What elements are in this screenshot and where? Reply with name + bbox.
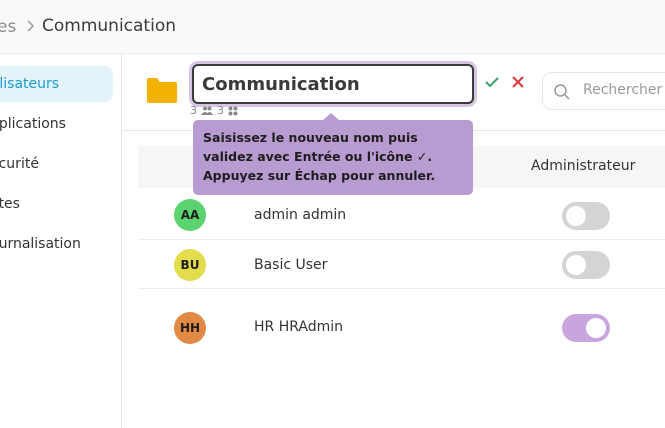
sidebar-item-notes[interactable]: otes: [0, 186, 113, 222]
toggle-knob: [586, 318, 606, 338]
sidebar-item-users[interactable]: tilisateurs: [0, 66, 113, 102]
group-name-input[interactable]: [192, 64, 474, 104]
main-content: 3 3 Administrateur AA admin admin BU: [122, 54, 665, 428]
apps-icon: [228, 106, 238, 115]
toggle-knob: [566, 255, 586, 275]
users-icon: [201, 106, 213, 115]
search-box: [542, 72, 665, 110]
sidebar-item-logging[interactable]: ournalisation: [0, 226, 113, 262]
sidebar-item-label: pplications: [0, 116, 66, 132]
team-count: 3: [217, 104, 224, 117]
avatar: HH: [174, 312, 206, 344]
check-icon[interactable]: [484, 74, 500, 90]
sidebar-item-label: otes: [0, 196, 20, 212]
column-header-admin: Administrateur: [531, 158, 636, 174]
table-row: AA admin admin: [138, 192, 665, 240]
sidebar-item-applications[interactable]: pplications: [0, 106, 113, 142]
avatar: AA: [174, 199, 206, 231]
user-name: HR HRAdmin: [254, 319, 344, 335]
tooltip-line: validez avec Entrée ou l'icône ✓.: [203, 149, 433, 164]
search-icon: [554, 84, 570, 100]
sidebar-item-label: ournalisation: [0, 236, 81, 252]
sidebar-item-label: tilisateurs: [0, 76, 60, 92]
admin-toggle[interactable]: [562, 202, 610, 230]
sidebar-item-label: écurité: [0, 156, 39, 172]
table-row: HH HR HRAdmin: [138, 302, 665, 350]
toggle-knob: [566, 206, 586, 226]
rename-tooltip: Saisissez le nouveau nom puis validez av…: [193, 120, 473, 195]
user-name: admin admin: [254, 207, 347, 223]
close-icon[interactable]: [510, 74, 526, 90]
breadcrumb-current: Communication: [42, 16, 176, 36]
sidebar: tilisateurs pplications écurité otes our…: [0, 54, 122, 428]
user-name: Basic User: [254, 257, 328, 273]
folder-icon: [147, 78, 177, 103]
search-input[interactable]: [583, 82, 665, 98]
sidebar-item-security[interactable]: écurité: [0, 146, 113, 182]
table-row: BU Basic User: [138, 241, 665, 289]
admin-toggle[interactable]: [562, 251, 610, 279]
admin-toggle[interactable]: [562, 314, 610, 342]
avatar: BU: [174, 249, 206, 281]
top-bar: es Communication: [0, 0, 665, 54]
chevron-right-icon: [27, 20, 35, 32]
breadcrumb-previous[interactable]: es: [0, 17, 16, 37]
tooltip-line: Appuyez sur Échap pour annuler.: [203, 168, 436, 183]
tooltip-line: Saisissez le nouveau nom puis: [203, 130, 418, 145]
group-counts: 3 3: [190, 104, 238, 117]
user-count: 3: [190, 104, 197, 117]
